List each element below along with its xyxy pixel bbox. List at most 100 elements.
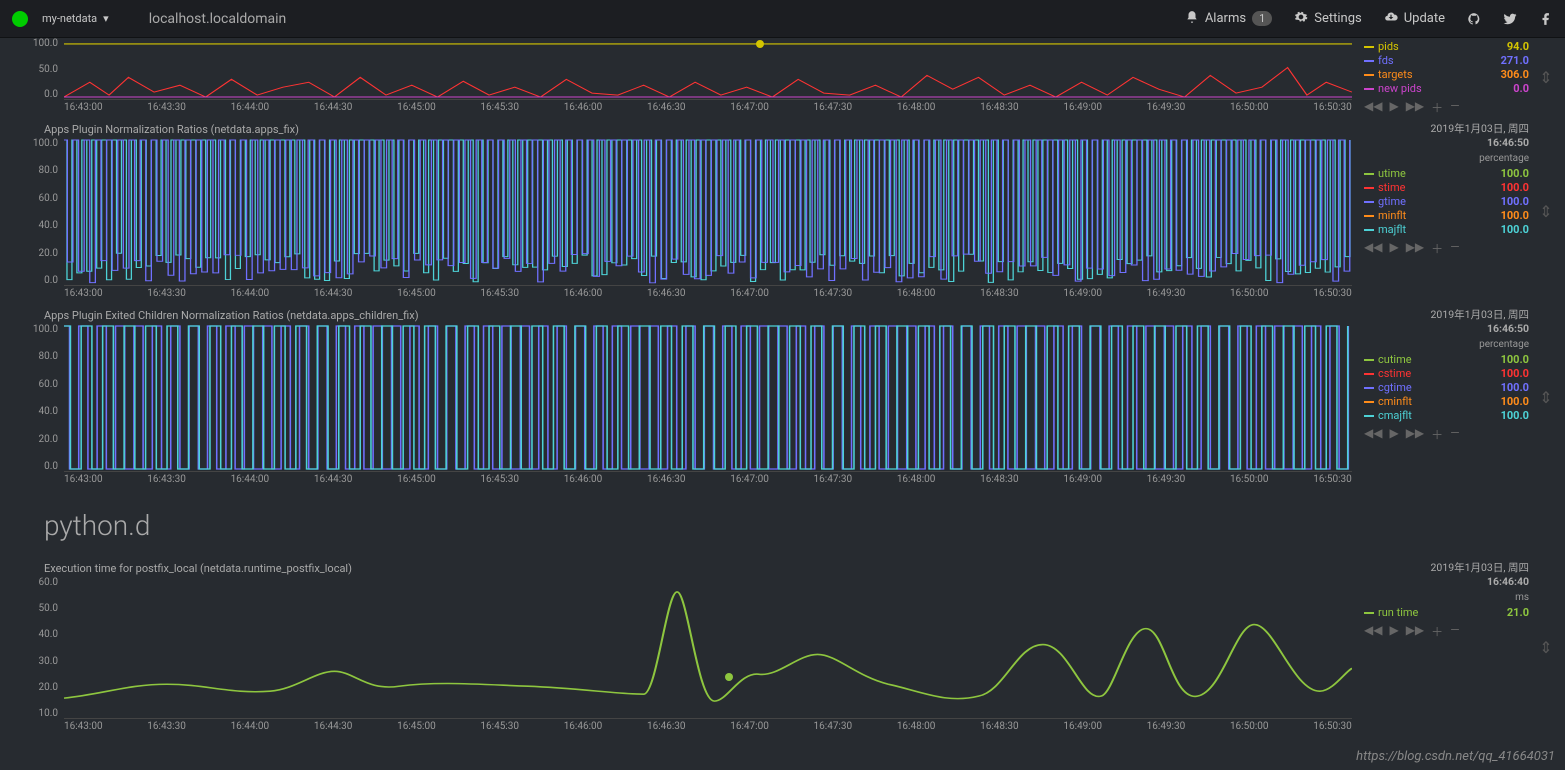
chart-control-button[interactable]: ◀◀ bbox=[1364, 99, 1382, 116]
chart-control-button[interactable]: ◀◀ bbox=[1364, 240, 1382, 257]
legend-name: cminflt bbox=[1378, 395, 1412, 408]
chart-control-button[interactable]: ＋ bbox=[1431, 426, 1443, 443]
alarms-label: Alarms bbox=[1205, 11, 1246, 26]
legend-name: run time bbox=[1378, 606, 1418, 619]
github-link[interactable] bbox=[1467, 12, 1481, 26]
legend-value: 100.0 bbox=[1501, 409, 1529, 422]
chart-plot[interactable] bbox=[64, 38, 1352, 100]
facebook-icon bbox=[1539, 12, 1553, 26]
chart-plot[interactable] bbox=[64, 138, 1352, 286]
github-icon bbox=[1467, 12, 1481, 26]
legend-time: 16:46:50 bbox=[1364, 322, 1529, 335]
legend-item[interactable]: minflt 100.0 bbox=[1364, 209, 1529, 223]
cloud-download-icon bbox=[1384, 10, 1398, 28]
legend-value: 306.0 bbox=[1501, 68, 1529, 81]
legend-value: 0.0 bbox=[1513, 82, 1529, 95]
legend-swatch bbox=[1364, 74, 1374, 76]
chart-control-button[interactable]: ▶▶ bbox=[1406, 240, 1424, 257]
legend-value: 100.0 bbox=[1501, 209, 1529, 222]
chart-plot[interactable] bbox=[64, 324, 1352, 472]
chart-title: Apps Plugin Exited Children Normalizatio… bbox=[20, 305, 1352, 324]
legend-name: fds bbox=[1378, 54, 1394, 67]
legend-swatch bbox=[1364, 201, 1374, 203]
legend-value: 271.0 bbox=[1501, 54, 1529, 67]
chart-control-button[interactable]: ＋ bbox=[1431, 99, 1443, 116]
chart-controls: ◀◀▶▶▶＋— bbox=[1364, 423, 1529, 443]
legend-unit: percentage bbox=[1364, 339, 1529, 350]
twitter-link[interactable] bbox=[1503, 12, 1517, 26]
legend-item[interactable]: cmajflt 100.0 bbox=[1364, 409, 1529, 423]
chart-control-button[interactable]: — bbox=[1450, 240, 1459, 257]
chart-control-button[interactable]: ▶ bbox=[1389, 240, 1398, 257]
legend-name: cgtime bbox=[1378, 381, 1412, 394]
legend-value: 100.0 bbox=[1501, 367, 1529, 380]
legend-name: targets bbox=[1378, 68, 1413, 81]
chart-title: Apps Plugin Normalization Ratios (netdat… bbox=[20, 119, 1352, 138]
facebook-link[interactable] bbox=[1539, 12, 1553, 26]
legend-date: 2019年1月03日, 周四 bbox=[1364, 560, 1529, 575]
chart-control-button[interactable]: — bbox=[1450, 99, 1459, 116]
legend-item[interactable]: cstime100.0 bbox=[1364, 367, 1529, 381]
node-dropdown[interactable]: my-netdata ▾ bbox=[42, 12, 129, 25]
logo-icon[interactable] bbox=[12, 11, 28, 27]
legend-item[interactable]: stime 100.0 bbox=[1364, 181, 1529, 195]
chart-legend: 2019年1月03日, 周四 16:46:50 percentageutime1… bbox=[1352, 119, 1537, 303]
chart-control-button[interactable]: ▶▶ bbox=[1406, 99, 1424, 116]
legend-item[interactable]: fds 271.0 bbox=[1364, 54, 1529, 68]
x-axis: 16:43:0016:43:3016:44:0016:44:3016:45:00… bbox=[64, 100, 1352, 117]
legend-value: 100.0 bbox=[1501, 181, 1529, 194]
chart-controls: ◀◀▶▶▶＋— bbox=[1364, 620, 1529, 640]
legend-item[interactable]: cgtime100.0 bbox=[1364, 381, 1529, 395]
chart-control-button[interactable]: ▶ bbox=[1389, 623, 1398, 640]
legend-value: 94.0 bbox=[1507, 40, 1529, 53]
legend-name: stime bbox=[1378, 181, 1405, 194]
chart-legend: 2019年1月03日, 周四 16:46:40 msrun time21.0◀◀… bbox=[1352, 558, 1537, 736]
legend-date: 2019年1月03日, 周四 bbox=[1364, 121, 1529, 136]
legend-item[interactable]: cminflt100.0 bbox=[1364, 395, 1529, 409]
legend-value: 21.0 bbox=[1507, 606, 1529, 619]
chart-control-button[interactable]: ▶ bbox=[1389, 99, 1398, 116]
legend-item[interactable]: gtime100.0 bbox=[1364, 195, 1529, 209]
legend-name: minflt bbox=[1378, 209, 1406, 222]
settings-button[interactable]: Settings bbox=[1294, 10, 1361, 28]
legend-swatch bbox=[1364, 215, 1374, 217]
y-axis: 100.080.060.040.020.00.0 bbox=[20, 138, 62, 286]
chart-control-button[interactable]: ◀◀ bbox=[1364, 623, 1382, 640]
chart-control-button[interactable]: ▶▶ bbox=[1406, 623, 1424, 640]
legend-item[interactable]: run time 21.0 bbox=[1364, 606, 1529, 620]
scroll-indicator[interactable]: ⇕ bbox=[1537, 305, 1555, 489]
legend-item[interactable]: cutime100.0 bbox=[1364, 353, 1529, 367]
legend-time: 16:46:40 bbox=[1364, 575, 1529, 588]
legend-item[interactable]: pids 94.0 bbox=[1364, 40, 1529, 54]
x-axis: 16:43:0016:43:3016:44:0016:44:3016:45:00… bbox=[64, 472, 1352, 489]
legend-swatch bbox=[1364, 373, 1374, 375]
legend-name: pids bbox=[1378, 40, 1399, 53]
gear-icon bbox=[1294, 10, 1308, 28]
chart-control-button[interactable]: — bbox=[1450, 623, 1459, 640]
scroll-indicator[interactable]: ⇕ bbox=[1537, 558, 1555, 736]
chart-control-button[interactable]: — bbox=[1450, 426, 1459, 443]
chart-control-button[interactable]: ＋ bbox=[1431, 240, 1443, 257]
legend-item[interactable]: new pids0.0 bbox=[1364, 82, 1529, 96]
legend-item[interactable]: targets 306.0 bbox=[1364, 68, 1529, 82]
scroll-indicator[interactable]: ⇕ bbox=[1537, 119, 1555, 303]
legend-item[interactable]: majflt100.0 bbox=[1364, 223, 1529, 237]
chart-legend: pids 94.0 fds 271.0 targets 306.0new pids0.0 ◀… bbox=[1352, 38, 1537, 117]
scroll-indicator[interactable]: ⇕ bbox=[1537, 38, 1555, 117]
chart-control-button[interactable]: ＋ bbox=[1431, 623, 1443, 640]
section-heading: python.d bbox=[20, 491, 1555, 558]
chart-control-button[interactable]: ▶▶ bbox=[1406, 426, 1424, 443]
update-button[interactable]: Update bbox=[1384, 10, 1445, 28]
legend-value: 100.0 bbox=[1501, 353, 1529, 366]
x-axis: 16:43:0016:43:3016:44:0016:44:3016:45:00… bbox=[64, 286, 1352, 303]
legend-value: 100.0 bbox=[1501, 223, 1529, 236]
alarms-button[interactable]: Alarms 1 bbox=[1185, 10, 1272, 28]
chart-plot[interactable] bbox=[64, 577, 1352, 719]
legend-item[interactable]: utime100.0 bbox=[1364, 167, 1529, 181]
chart-control-button[interactable]: ▶ bbox=[1389, 426, 1398, 443]
chart-panel-apps-children-fix: Apps Plugin Exited Children Normalizatio… bbox=[20, 305, 1555, 489]
chart-control-button[interactable]: ◀◀ bbox=[1364, 426, 1382, 443]
navbar: my-netdata ▾ localhost.localdomain Alarm… bbox=[0, 0, 1565, 38]
legend-value: 100.0 bbox=[1501, 195, 1529, 208]
legend-name: cmajflt bbox=[1378, 409, 1412, 422]
